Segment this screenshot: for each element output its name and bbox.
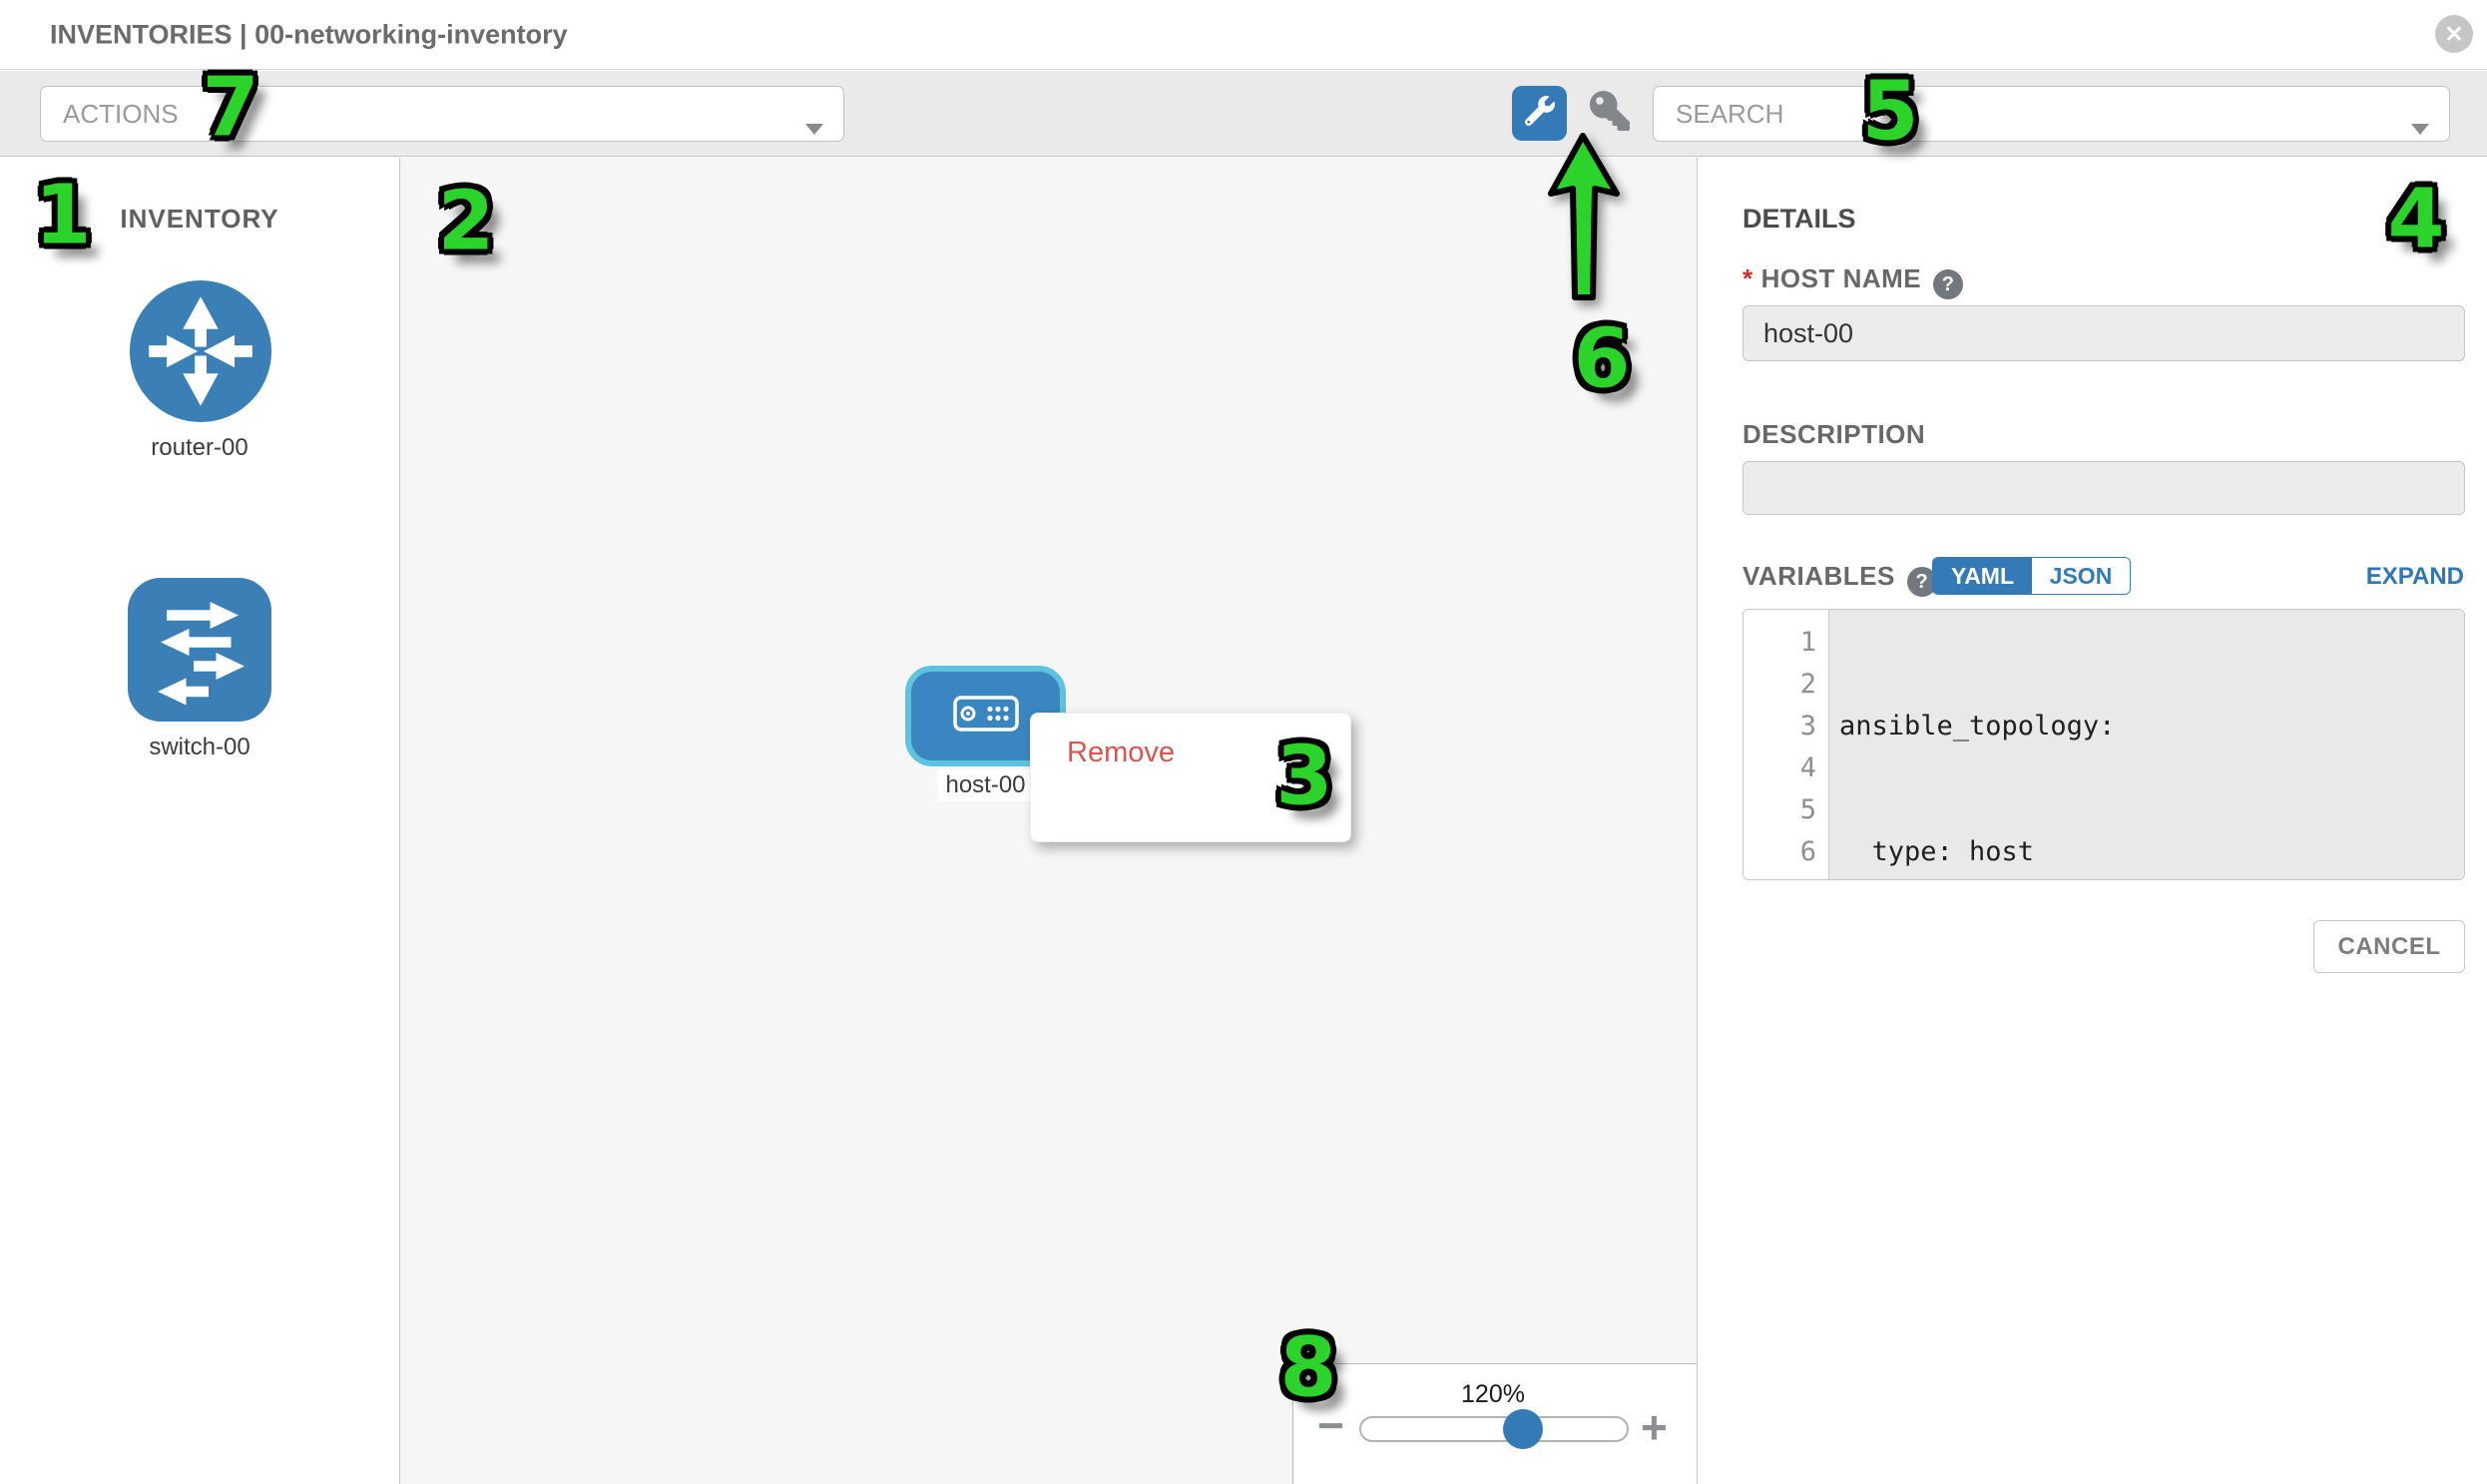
line-number: 1: [1743, 622, 1816, 664]
annotation-8: 8: [1279, 1321, 1336, 1416]
line-number: 5: [1743, 789, 1816, 831]
variables-code-editor[interactable]: 1 2 3 4 5 6 7 ansible_topology: type: ho…: [1742, 609, 2465, 880]
inventory-sidebar: INVENTORY router-00: [0, 158, 400, 1484]
code-line: ansible_topology:: [1839, 706, 2464, 747]
yaml-toggle-button[interactable]: YAML: [1933, 558, 2032, 594]
page-title: INVENTORIES | 00-networking-inventory: [50, 19, 568, 50]
chevron-down-icon: [805, 111, 823, 142]
annotation-1: 1: [34, 169, 91, 263]
details-panel-title: DETAILS: [1742, 204, 1856, 235]
wrench-icon: [1525, 96, 1555, 131]
actions-dropdown[interactable]: ACTIONS: [40, 86, 844, 142]
code-editor-content: ansible_topology: type: host name: host-…: [1829, 610, 2464, 879]
line-number: 6: [1743, 831, 1816, 873]
code-line: type: host: [1839, 831, 2464, 873]
switch-icon: [125, 712, 274, 729]
topology-canvas[interactable]: host-00 Details Remove 120% − +: [400, 158, 1698, 1484]
description-input[interactable]: [1742, 461, 2465, 515]
sidebar-item-switch-label: switch-00: [0, 734, 399, 761]
toolbar: ACTIONS SEARCH: [0, 71, 2487, 157]
chevron-down-icon: [2411, 111, 2429, 142]
zoom-slider-handle[interactable]: [1503, 1409, 1543, 1449]
sidebar-item-router-label: router-00: [0, 434, 399, 462]
sidebar-item-router[interactable]: [127, 277, 274, 425]
annotation-4: 4: [2387, 173, 2444, 267]
line-number: 4: [1743, 747, 1816, 789]
details-panel: DETAILS *HOST NAME? DESCRIPTION VARIABLE…: [1699, 158, 2487, 1484]
variables-format-toggle: YAML JSON: [1932, 557, 2131, 595]
annotation-5: 5: [1861, 65, 1918, 160]
zoom-control-panel: 120% − +: [1292, 1363, 1697, 1484]
code-editor-gutter: 1 2 3 4 5 6 7: [1743, 610, 1829, 879]
host-name-input[interactable]: [1742, 305, 2465, 361]
inventory-topology-app: INVENTORIES | 00-networking-inventory ✕ …: [0, 0, 2487, 1484]
close-button[interactable]: ✕: [2435, 15, 2473, 53]
sidebar-item-switch[interactable]: [125, 575, 274, 725]
line-number: 7: [1743, 873, 1816, 880]
annotation-2: 2: [437, 175, 494, 269]
search-dropdown-label: SEARCH: [1676, 99, 1783, 130]
zoom-slider-track[interactable]: [1359, 1416, 1629, 1442]
key-icon: [1590, 91, 1630, 136]
variables-label: VARIABLES?: [1742, 561, 1937, 597]
line-number: 2: [1743, 664, 1816, 706]
line-number: 3: [1743, 706, 1816, 747]
annotation-arrow: [1541, 130, 1631, 309]
annotation-3: 3: [1275, 730, 1332, 824]
host-node-label: host-00: [937, 769, 1033, 801]
zoom-level-label: 120%: [1293, 1380, 1693, 1409]
description-label: DESCRIPTION: [1742, 419, 1925, 450]
search-dropdown[interactable]: SEARCH: [1653, 86, 2450, 142]
required-asterisk: *: [1742, 263, 1753, 293]
actions-dropdown-label: ACTIONS: [63, 99, 179, 130]
host-icon: [953, 696, 1019, 737]
annotation-6: 6: [1573, 312, 1630, 407]
close-icon: ✕: [2444, 21, 2463, 48]
toolbar-key-button[interactable]: [1589, 92, 1631, 134]
zoom-in-button[interactable]: +: [1641, 1404, 1668, 1450]
cancel-button[interactable]: CANCEL: [2313, 920, 2465, 973]
router-icon: [127, 412, 274, 429]
expand-link[interactable]: EXPAND: [2366, 563, 2464, 591]
page-header: INVENTORIES | 00-networking-inventory ✕: [0, 0, 2487, 70]
annotation-7: 7: [202, 61, 258, 156]
json-toggle-button[interactable]: JSON: [2032, 558, 2130, 594]
host-name-label: *HOST NAME?: [1742, 263, 1963, 299]
help-icon[interactable]: ?: [1933, 269, 1963, 299]
